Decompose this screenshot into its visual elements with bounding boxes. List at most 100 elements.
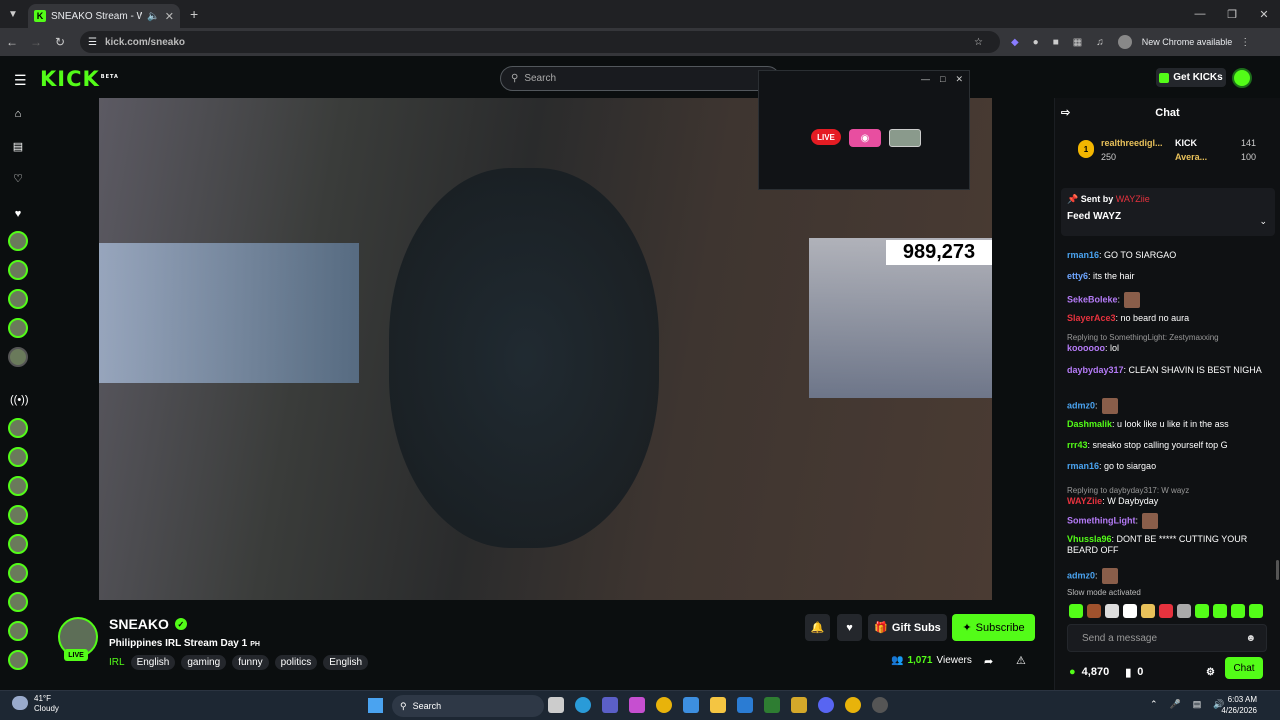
emote-icon[interactable]	[1069, 604, 1083, 618]
chat-message[interactable]: rrr43: sneako stop calling yourself top …	[1067, 440, 1272, 451]
extension-icon[interactable]: ■	[1053, 37, 1059, 48]
live-channels-icon[interactable]: ((•))	[10, 394, 29, 410]
pinned-sender[interactable]: WAYZiie	[1116, 194, 1150, 204]
tag[interactable]: English	[323, 655, 369, 670]
new-chrome-available[interactable]: New Chrome available	[1142, 37, 1233, 47]
category-link[interactable]: IRL	[109, 657, 125, 668]
taskbar-search[interactable]: ⚲ Search	[392, 695, 544, 717]
recommended-channel-avatar[interactable]	[8, 563, 28, 583]
extension-icon[interactable]: ●	[1033, 37, 1039, 48]
chat-message[interactable]: Dashmalik: u look like u like it in the …	[1067, 419, 1272, 430]
chat-username[interactable]: SlayerAce3	[1067, 313, 1116, 323]
chat-username[interactable]: rman16	[1067, 250, 1099, 260]
tag[interactable]: funny	[232, 655, 269, 670]
edge-icon[interactable]	[575, 697, 591, 713]
microphone-icon[interactable]: 🎤	[1170, 699, 1181, 710]
emote-icon[interactable]	[1141, 604, 1155, 618]
recommended-channel-avatar[interactable]	[8, 447, 28, 467]
chat-username[interactable]: admz0	[1067, 400, 1095, 410]
tray-chevron-icon[interactable]: ⌃	[1150, 699, 1158, 710]
followed-channel-avatar[interactable]	[8, 347, 28, 367]
tag[interactable]: politics	[274, 655, 318, 670]
send-chat-button[interactable]: Chat	[1225, 657, 1263, 679]
store-icon[interactable]	[683, 697, 699, 713]
tag[interactable]: gaming	[181, 655, 227, 670]
media-control-icon[interactable]: ♫	[1096, 37, 1104, 48]
chat-message[interactable]: Replying to daybyday317: W wayz WAYZiie: …	[1067, 485, 1272, 507]
leader-name[interactable]: realthreedigl...	[1101, 138, 1173, 148]
site-info-icon[interactable]: ☰	[88, 37, 97, 48]
browser-tab[interactable]: K SNEAKO Stream - Watch Li... 🔈 ✕	[28, 4, 180, 28]
audio-icon[interactable]: 🔈	[147, 11, 159, 22]
user-avatar[interactable]	[1232, 68, 1252, 88]
app-icon[interactable]	[791, 697, 807, 713]
following-icon[interactable]: ♡	[10, 172, 26, 188]
chat-message[interactable]: admz0:	[1067, 568, 1272, 584]
chat-message[interactable]: SekeBoleke:	[1067, 292, 1272, 308]
notification-bell-button[interactable]: 🔔	[805, 614, 830, 641]
back-button[interactable]: ←	[0, 35, 24, 49]
tab-close-icon[interactable]: ✕	[165, 10, 174, 23]
chat-input[interactable]: Send a message ☻	[1067, 624, 1267, 652]
followed-channel-avatar[interactable]	[8, 260, 28, 280]
chat-username[interactable]: daybyday317	[1067, 365, 1124, 375]
taskbar-clock[interactable]: 6:03 AM 4/26/2026	[1207, 694, 1257, 716]
chat-message[interactable]: daybyday317: CLEAN SHAVIN IS BEST NIGHA	[1067, 365, 1272, 376]
followed-channel-avatar[interactable]	[8, 231, 28, 251]
kicks-balance[interactable]: 4,870	[1082, 666, 1110, 678]
chrome-menu-icon[interactable]: ⋮	[1240, 37, 1250, 48]
app-icon[interactable]	[737, 697, 753, 713]
file-explorer-icon[interactable]	[710, 697, 726, 713]
chrome-icon[interactable]	[845, 697, 861, 713]
chat-username[interactable]: rrr43	[1067, 440, 1088, 450]
chat-message[interactable]: Vhussla96: DONT BE ***** CUTTING YOUR BE…	[1067, 534, 1272, 556]
new-tab-button[interactable]: +	[190, 6, 198, 22]
emote-icon[interactable]	[1123, 604, 1137, 618]
url-field[interactable]: ☰ kick.com/sneako	[80, 31, 1000, 53]
profile-avatar[interactable]	[1117, 35, 1132, 49]
chat-message[interactable]: rman16: GO TO SIARGAO	[1067, 250, 1272, 261]
report-icon[interactable]: ⚠	[1016, 654, 1026, 667]
chat-username[interactable]: Dashmalik	[1067, 419, 1112, 429]
weather-widget[interactable]: 41°F Cloudy	[34, 694, 59, 714]
emote-icon[interactable]	[1249, 604, 1263, 618]
chat-username[interactable]: admz0	[1067, 570, 1095, 580]
search-input[interactable]: ⚲ Search	[500, 66, 780, 91]
chat-message[interactable]: admz0:	[1067, 398, 1272, 414]
chat-message[interactable]: SomethingLight:	[1067, 513, 1272, 529]
bookmark-star-icon[interactable]: ☆	[974, 37, 983, 48]
teams-icon[interactable]	[602, 697, 618, 713]
popup-maximize-button[interactable]: □	[940, 74, 945, 84]
share-icon[interactable]: ➦	[984, 655, 993, 668]
subscribe-button[interactable]: ✦ Subscribe	[952, 614, 1035, 641]
pinned-message[interactable]: 📌 Sent by WAYZiie Feed WAYZ ⌄	[1061, 188, 1275, 236]
followed-channel-avatar[interactable]	[8, 318, 28, 338]
chat-username[interactable]: SekeBoleke	[1067, 294, 1118, 304]
chat-username[interactable]: WAYZiie	[1067, 496, 1102, 506]
discord-icon[interactable]	[818, 697, 834, 713]
emote-icon[interactable]	[1213, 604, 1227, 618]
minimize-button[interactable]: —	[1184, 0, 1216, 28]
recommended-channel-avatar[interactable]	[8, 621, 28, 641]
task-view-icon[interactable]	[548, 697, 564, 713]
chat-username[interactable]: rman16	[1067, 461, 1099, 471]
app-icon[interactable]	[872, 697, 888, 713]
puzzle-icon[interactable]: ▦	[1073, 37, 1082, 48]
browse-icon[interactable]: ▤	[10, 140, 26, 156]
copilot-icon[interactable]	[629, 697, 645, 713]
tag[interactable]: English	[130, 655, 176, 670]
floating-popup-window[interactable]: — □ ✕ LIVE ◉	[758, 70, 970, 190]
recommended-channel-avatar[interactable]	[8, 476, 28, 496]
emote-picker-icon[interactable]: ☻	[1245, 633, 1256, 644]
reload-button[interactable]: ↻	[48, 35, 72, 49]
kick-logo[interactable]: KICKBETA	[40, 67, 119, 91]
emote-icon[interactable]	[1177, 604, 1191, 618]
emote-icon[interactable]	[1231, 604, 1245, 618]
xbox-icon[interactable]	[764, 697, 780, 713]
chat-message[interactable]: etty6: its the hair	[1067, 271, 1272, 282]
streamer-name[interactable]: SNEAKO	[109, 616, 169, 632]
collapse-chat-icon[interactable]: ⇨	[1061, 106, 1070, 119]
tab-search-icon[interactable]: ▼	[0, 0, 26, 28]
windows-start-icon[interactable]	[368, 698, 383, 713]
home-icon[interactable]: ⌂	[10, 108, 26, 124]
